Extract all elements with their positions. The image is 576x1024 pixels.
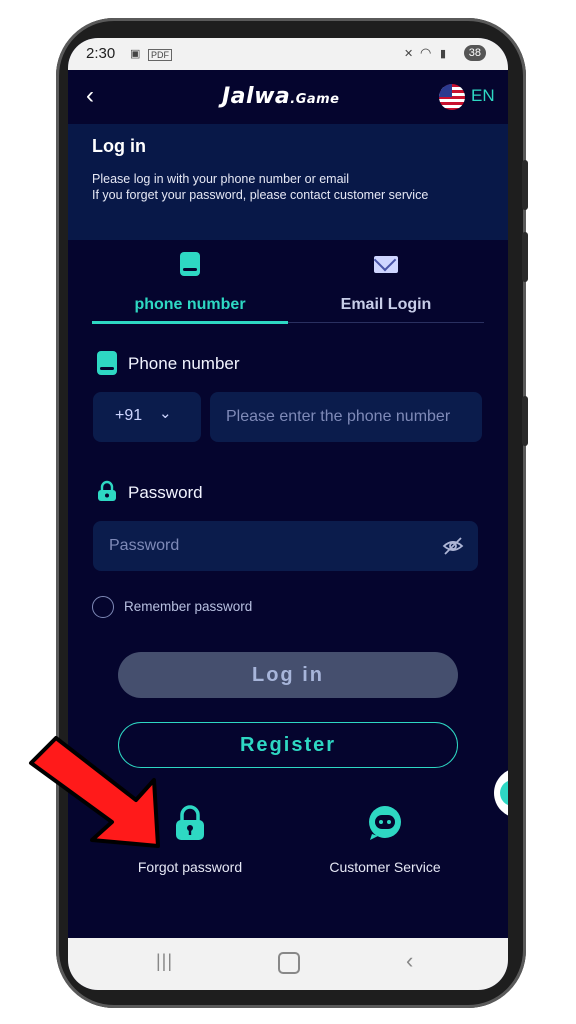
password-placeholder: Password: [109, 537, 180, 554]
chevron-down-icon: ⌄: [159, 405, 172, 422]
phone-icon: [97, 351, 117, 375]
country-code-value: +91: [115, 407, 143, 424]
envelope-icon: [374, 256, 398, 273]
hero-line-1: Please log in with your phone number or …: [92, 172, 350, 186]
eye-off-icon[interactable]: [442, 535, 464, 557]
hero-banner: Log in Please log in with your phone num…: [68, 124, 508, 240]
chat-bubble-icon: [369, 806, 401, 840]
tab-phone-number[interactable]: phone number: [92, 248, 288, 318]
phone-icon: [180, 252, 200, 276]
login-tabs: phone number Email Login: [92, 248, 484, 324]
signal-icon: ▮: [440, 48, 447, 60]
pdf-icon: PDF: [148, 49, 172, 61]
volume-down-button: [522, 232, 528, 282]
wifi-icon: ◠: [420, 45, 432, 60]
logo-suffix: .Game: [290, 92, 340, 107]
tab-phone-label: phone number: [134, 296, 246, 313]
tab-email-login[interactable]: Email Login: [288, 248, 484, 318]
app-logo: Jalwa.Game: [222, 84, 340, 109]
phone-input[interactable]: Please enter the phone number: [210, 392, 482, 442]
status-bar: 2:30 ▣ PDF ✕ ◠ ▮ 38: [68, 38, 508, 70]
us-flag-icon[interactable]: [439, 84, 465, 110]
chevron-left-icon[interactable]: ‹: [86, 82, 94, 110]
home-icon[interactable]: [278, 952, 300, 974]
logo-main: Jalwa: [222, 84, 291, 109]
screenshot-icon: ▣: [130, 48, 141, 60]
login-button[interactable]: Log in: [118, 652, 458, 698]
status-time: 2:30: [86, 45, 116, 62]
hero-line-2: If you forget your password, please cont…: [92, 188, 429, 202]
phone-number-label: Phone number: [128, 354, 240, 373]
customer-service-button[interactable]: Customer Service: [300, 802, 470, 882]
volume-up-button: [522, 160, 528, 210]
remember-password-checkbox[interactable]: [92, 596, 114, 618]
remember-password-label: Remember password: [124, 599, 253, 614]
country-code-select[interactable]: +91 ⌄: [93, 392, 201, 442]
phone-placeholder: Please enter the phone number: [226, 408, 451, 425]
active-tab-indicator: [92, 321, 288, 324]
app-bar: ‹ Jalwa.Game EN: [68, 70, 508, 124]
tab-email-label: Email Login: [340, 296, 432, 313]
password-input[interactable]: Password: [93, 521, 478, 571]
battery-indicator: 38: [463, 45, 486, 61]
lock-icon: [98, 480, 116, 501]
power-button: [522, 396, 528, 446]
page-title: Log in: [92, 136, 146, 156]
mute-icon: ✕: [404, 48, 414, 60]
language-selector[interactable]: EN: [471, 86, 495, 106]
system-nav-bar: ||| ‹: [68, 938, 508, 990]
hero-description: Please log in with your phone number or …: [92, 171, 428, 203]
forgot-password-label: Forgot password: [137, 859, 243, 875]
customer-service-label: Customer Service: [329, 859, 441, 875]
recent-apps-icon[interactable]: |||: [156, 951, 173, 972]
nav-back-icon[interactable]: ‹: [406, 948, 413, 974]
red-arrow-annotation: [29, 736, 160, 848]
password-label: Password: [128, 483, 203, 502]
floating-support-button[interactable]: [494, 768, 508, 818]
